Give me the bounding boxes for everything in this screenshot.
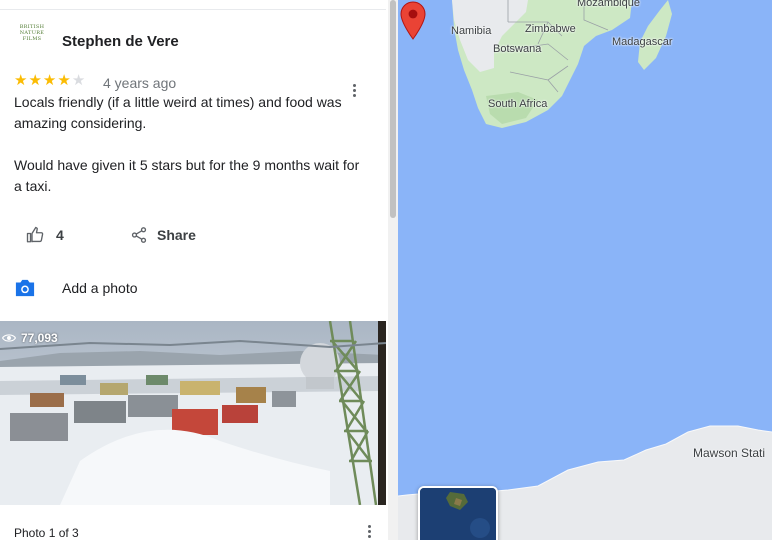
review-paragraph: Would have given it 5 stars but for the … (14, 157, 360, 194)
divider (0, 9, 386, 10)
scrollbar-thumb[interactable] (390, 0, 396, 218)
review-photo[interactable] (0, 321, 386, 505)
map-label-namibia: Namibia (451, 25, 492, 37)
like-count: 4 (56, 227, 64, 243)
star-rating: ★★★★★ (14, 71, 86, 89)
map-label-botswana: Botswana (493, 43, 542, 55)
star-icon: ★ (28, 71, 43, 89)
panel-scrollbar[interactable] (388, 0, 398, 540)
like-button[interactable]: 4 (14, 220, 64, 250)
photo-more-button[interactable] (366, 525, 372, 540)
more-vert-icon-dot (367, 535, 371, 538)
share-button[interactable]: Share (130, 220, 196, 250)
station-photo-image (0, 321, 386, 505)
star-icon: ★ (42, 71, 58, 89)
add-photo-label: Add a photo (62, 280, 138, 296)
view-count: 77,093 (2, 331, 58, 345)
add-photo-button[interactable]: Add a photo (14, 278, 138, 298)
map-label-south-africa: South Africa (488, 98, 548, 110)
review-timestamp: 4 years ago (103, 75, 177, 91)
more-vert-icon (352, 84, 356, 87)
location-pin-icon[interactable] (398, 0, 428, 40)
more-vert-icon-dot (367, 530, 371, 533)
more-vert-icon (367, 525, 371, 528)
review-paragraph: Locals friendly (if a little weird at ti… (14, 94, 342, 131)
avatar-line-3: FILMS (22, 36, 42, 42)
review-text: Locals friendly (if a little weird at ti… (14, 92, 370, 218)
map-label-station: Mawson Stati (693, 446, 766, 460)
review-author-name[interactable]: Stephen de Vere (62, 33, 179, 50)
review-panel: BRITISH NATURE FILMS Stephen de Vere ★★★… (0, 0, 389, 540)
star-icon: ★ (14, 71, 29, 89)
star-empty-icon: ★ (71, 71, 87, 89)
map-label-zimbabwe: Zimbabwe (525, 23, 576, 35)
share-label: Share (157, 227, 196, 243)
map-label-madagascar: Madagascar (612, 36, 673, 48)
share-icon (131, 227, 147, 243)
map-layers-button[interactable] (418, 486, 498, 540)
avatar[interactable]: BRITISH NATURE FILMS (14, 24, 50, 60)
thumb-up-icon (26, 226, 44, 243)
camera-icon (15, 279, 35, 297)
eye-icon (2, 334, 16, 342)
map-canvas[interactable]: Mozambique Namibia Zimbabwe Botswana Mad… (398, 0, 772, 540)
view-count-value: 77,093 (21, 331, 58, 345)
satellite-layer-thumbnail (420, 488, 496, 540)
photo-caption: Photo 1 of 3 (14, 526, 79, 540)
star-icon: ★ (57, 71, 72, 89)
map-label-mozambique: Mozambique (577, 0, 640, 9)
